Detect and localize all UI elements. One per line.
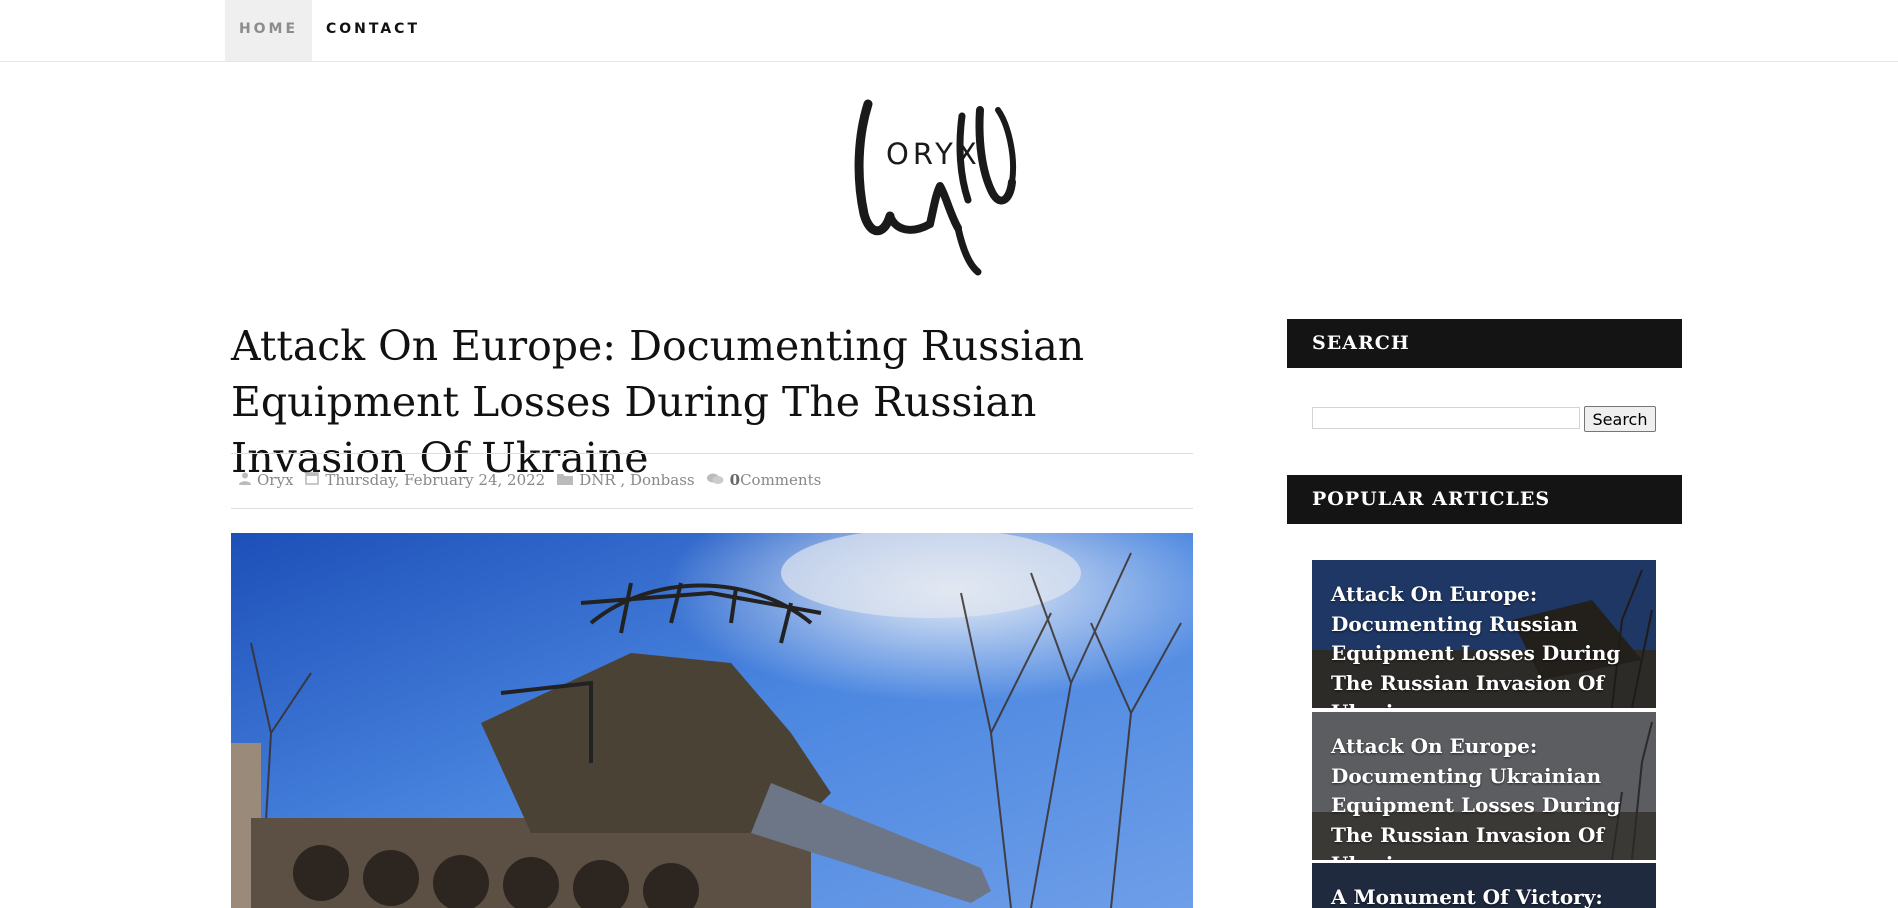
user-icon — [239, 471, 251, 489]
site-logo[interactable]: ORYX — [850, 96, 1050, 278]
popular-article-title[interactable]: A Monument Of Victory: The — [1331, 883, 1651, 908]
popular-article-item[interactable]: A Monument Of Victory: The — [1312, 863, 1656, 908]
popular-article-title[interactable]: Attack On Europe: Documenting Russian Eq… — [1331, 580, 1651, 708]
oryx-calligraphy-logo-icon: ORYX — [854, 99, 1016, 276]
comments-count[interactable]: 0 — [730, 471, 740, 489]
popular-article-item[interactable]: Attack On Europe: Documenting Ukrainian … — [1312, 712, 1656, 860]
comments-icon — [706, 471, 724, 489]
article-categories[interactable]: DNR , Donbass — [579, 471, 694, 489]
calendar-icon — [305, 471, 320, 489]
search-button[interactable]: Search — [1584, 406, 1656, 432]
article-hero-image[interactable] — [231, 533, 1193, 908]
nav-contact[interactable]: CONTACT — [312, 0, 434, 61]
comments-label[interactable]: Comments — [740, 471, 821, 489]
popular-article-title[interactable]: Attack On Europe: Documenting Ukrainian … — [1331, 732, 1651, 860]
destroyed-tank-photo-icon — [231, 533, 1193, 908]
search-input[interactable] — [1312, 407, 1580, 429]
folder-icon — [557, 471, 574, 489]
nav-home[interactable]: HOME — [225, 0, 312, 61]
popular-articles-heading: POPULAR ARTICLES — [1287, 475, 1682, 524]
article-date: Thursday, February 24, 2022 — [325, 471, 546, 489]
article-author[interactable]: Oryx — [257, 471, 293, 489]
article-meta: Oryx Thursday, February 24, 2022 DNR , D… — [231, 453, 1193, 509]
logo-text: ORYX — [886, 137, 981, 171]
search-widget-heading: SEARCH — [1287, 319, 1682, 368]
top-navigation: HOME CONTACT — [0, 0, 1898, 62]
popular-article-item[interactable]: Attack On Europe: Documenting Russian Eq… — [1312, 560, 1656, 708]
